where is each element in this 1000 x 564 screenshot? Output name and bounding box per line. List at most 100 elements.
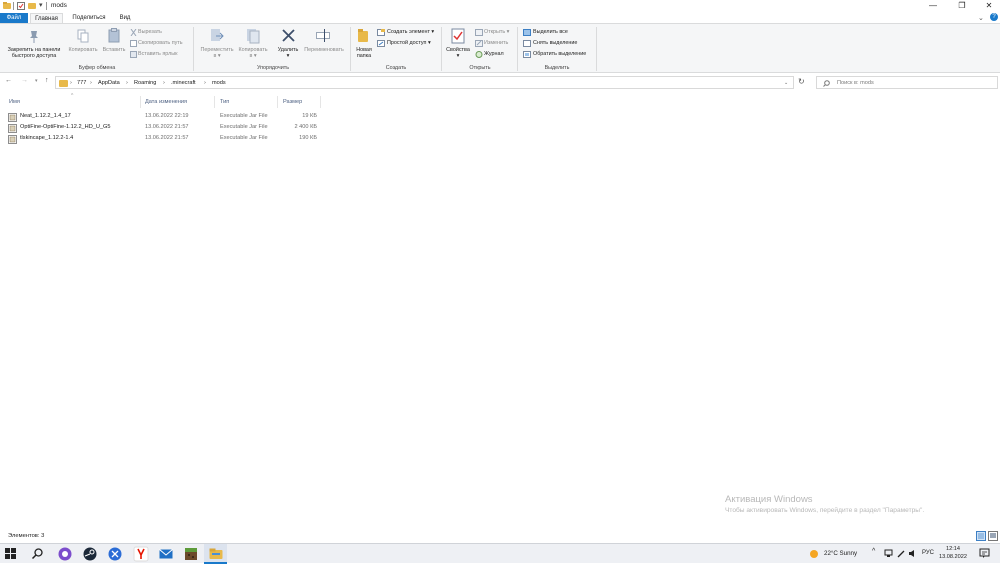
copy-to-button[interactable]: Копировать в ▾ (234, 47, 272, 59)
move-to-button[interactable]: Переместить в ▾ (197, 47, 237, 59)
minimize-button[interactable]: — (922, 0, 944, 12)
details-view-icon[interactable] (976, 531, 986, 541)
delete-button[interactable]: Удалить ▾ (273, 47, 303, 59)
maximize-button[interactable]: ❐ (951, 0, 973, 12)
rename-button[interactable]: Переименовать (300, 47, 348, 53)
language-indicator[interactable]: РУС (922, 550, 934, 556)
paste-shortcut-icon (130, 51, 137, 58)
file-date: 13.06.2022 21:57 (145, 135, 189, 141)
column-divider[interactable] (277, 96, 278, 108)
easy-access-button[interactable]: Простой доступ ▾ (387, 39, 431, 47)
file-row[interactable]: tlskincape_1.12.2-1.4 13.06.2022 21:57 E… (0, 134, 1000, 144)
column-divider[interactable] (214, 96, 215, 108)
file-type: Executable Jar File (220, 135, 268, 141)
cut-button[interactable]: Вырезать (138, 28, 162, 36)
tab-home[interactable]: Главная (30, 13, 63, 23)
column-divider[interactable] (320, 96, 321, 108)
clock-date: 13.08.2022 (939, 554, 967, 560)
breadcrumb-minecraft[interactable]: .minecraft (171, 80, 196, 86)
new-folder-button[interactable]: Новая папка (352, 47, 376, 59)
recent-locations-button[interactable]: ▾ (35, 78, 38, 84)
weather-text[interactable]: 22°C Sunny (824, 550, 857, 557)
new-item-button[interactable]: Создать элемент ▾ (387, 28, 434, 36)
clock-time: 12:14 (946, 546, 960, 552)
properties-label-2: ▾ (456, 53, 460, 59)
windows-start-icon[interactable] (4, 547, 20, 563)
history-button[interactable]: Журнал (484, 50, 504, 58)
edit-button[interactable]: Изменить (484, 39, 508, 47)
open-group-label: Открыть (469, 65, 491, 71)
select-all-icon (523, 29, 531, 36)
search-input[interactable]: Поиск в: mods (816, 76, 998, 89)
breadcrumb-chevron[interactable]: › (70, 80, 72, 86)
pin-quick-access-button[interactable]: Закрепить на панели быстрого доступа (3, 47, 65, 59)
column-type[interactable]: Тип (220, 99, 229, 105)
large-icons-view-icon[interactable] (988, 531, 998, 541)
select-none-icon (523, 40, 531, 47)
column-name[interactable]: Имя (9, 99, 20, 105)
mail-icon[interactable] (158, 546, 174, 562)
volume-icon[interactable] (908, 549, 917, 558)
refresh-icon[interactable]: ↻ (798, 77, 805, 86)
pin-icon (30, 31, 38, 43)
properties-button[interactable]: Свойства ▾ (444, 47, 472, 59)
breadcrumb-roaming[interactable]: Roaming (134, 80, 156, 86)
breadcrumb-chevron[interactable]: › (90, 80, 92, 86)
file-row[interactable]: Neat_1.12.2_1.4_17 13.06.2022 22:19 Exec… (0, 112, 1000, 122)
paste-icon (108, 28, 120, 43)
breadcrumb-chevron[interactable]: › (204, 80, 206, 86)
breadcrumb-chevron[interactable]: › (126, 80, 128, 86)
open-button[interactable]: Открыть ▾ (484, 28, 509, 36)
browser-app-icon[interactable] (57, 546, 73, 562)
copy-path-button[interactable]: Скопировать путь (138, 39, 183, 47)
yandex-icon[interactable] (133, 546, 149, 562)
close-button[interactable]: ✕ (978, 0, 1000, 12)
properties-qat-icon[interactable] (17, 2, 25, 10)
qat-dropdown-icon[interactable]: ▾ (39, 1, 43, 9)
sun-icon (810, 550, 818, 558)
group-separator (193, 27, 194, 71)
back-button[interactable]: ← (5, 77, 12, 84)
group-separator (517, 27, 518, 71)
minecraft-icon[interactable] (183, 546, 199, 562)
activation-watermark-text: Чтобы активировать Windows, перейдите в … (725, 507, 925, 514)
breadcrumb-chevron[interactable]: › (163, 80, 165, 86)
help-icon[interactable]: ? (990, 13, 998, 21)
file-row[interactable]: OptiFine-OptiFine-1.12.2_HD_U_G5 13.06.2… (0, 123, 1000, 133)
new-folder-qat-icon[interactable] (28, 2, 36, 10)
file-explorer-icon[interactable] (208, 546, 224, 562)
column-divider[interactable] (140, 96, 141, 108)
qat-separator (13, 2, 14, 10)
address-bar[interactable]: › 777 › AppData › Roaming › .minecraft ›… (55, 76, 794, 89)
tab-view[interactable]: Вид (114, 13, 136, 23)
network-icon[interactable] (884, 549, 893, 558)
select-all-button[interactable]: Выделить все (533, 28, 568, 36)
paste-shortcut-button[interactable]: Вставить ярлык (138, 50, 177, 58)
steam-icon[interactable] (82, 546, 98, 562)
select-none-button[interactable]: Снять выделение (533, 39, 577, 47)
tab-share[interactable]: Поделиться (67, 13, 111, 23)
tab-file[interactable]: Файл (0, 13, 28, 23)
column-date[interactable]: Дата изменения (145, 99, 187, 105)
app-icon[interactable] (107, 546, 123, 562)
group-separator (350, 27, 351, 71)
forward-button[interactable]: → (21, 77, 28, 84)
qat-separator (46, 2, 47, 10)
breadcrumb-777[interactable]: 777 (77, 80, 86, 86)
invert-selection-button[interactable]: Обратить выделение (533, 50, 586, 58)
ribbon-collapse-icon[interactable]: ⌄ (978, 14, 984, 22)
address-dropdown-icon[interactable]: ⌄ (784, 80, 788, 86)
invert-selection-icon (523, 51, 531, 58)
up-button[interactable]: ↑ (45, 77, 49, 84)
notifications-icon[interactable] (979, 548, 990, 559)
copy-button[interactable]: Копировать (64, 47, 102, 53)
clock[interactable]: 12:14 13.08.2022 (937, 545, 969, 561)
column-size[interactable]: Размер (283, 99, 302, 105)
paste-button[interactable]: Вставить (101, 47, 127, 53)
breadcrumb-mods[interactable]: mods (212, 80, 226, 86)
search-icon[interactable] (31, 547, 47, 563)
pen-icon[interactable] (896, 549, 905, 558)
organize-group-label: Упорядочить (256, 65, 290, 71)
breadcrumb-appdata[interactable]: AppData (98, 80, 120, 86)
tray-chevron-icon[interactable]: ^ (872, 548, 875, 555)
